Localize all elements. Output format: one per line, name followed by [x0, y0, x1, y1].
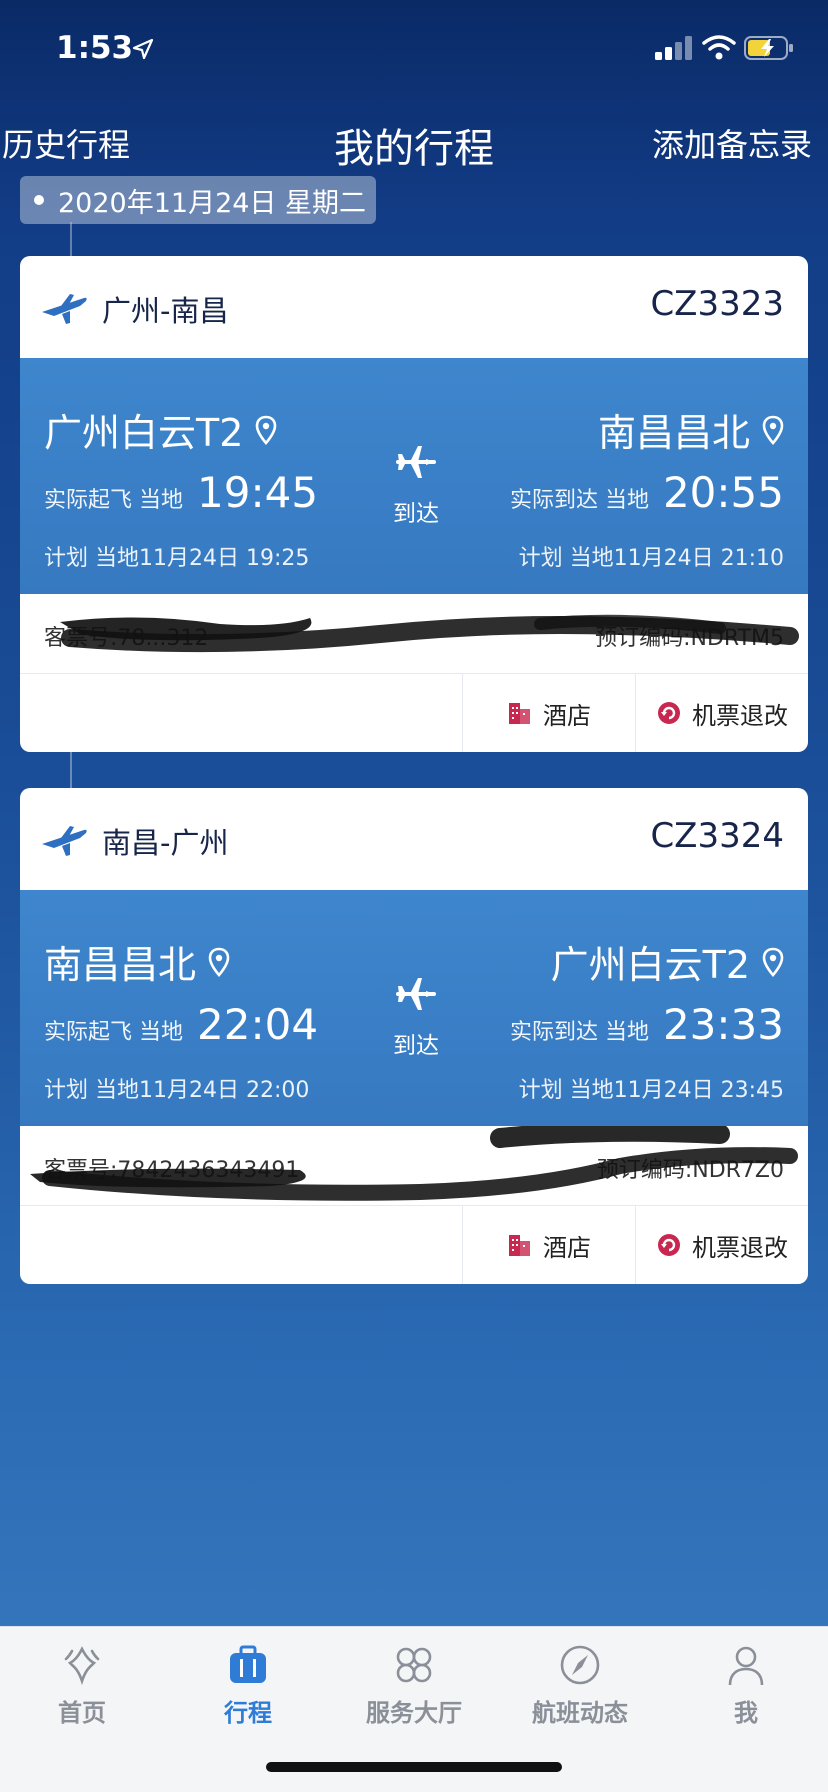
- arrival-time-label: 实际到达 当地: [509, 488, 649, 513]
- flight-route: 广州-南昌: [102, 294, 229, 328]
- tab-profile[interactable]: 我: [686, 1643, 806, 1728]
- ticket-info-row: 客票号:78...312 预订编码:NDRTM5: [20, 594, 808, 674]
- nav-header: 历史行程 我的行程 添加备忘录: [0, 110, 828, 172]
- flight-card[interactable]: 广州-南昌 CZ3323 广州白云T2 南昌昌北 实际起飞 当地 19:45 实…: [20, 256, 808, 752]
- ticket-change-label: 机票退改: [692, 1233, 788, 1262]
- airplane-icon: [396, 446, 436, 478]
- home-indicator[interactable]: [266, 1762, 562, 1772]
- tab-trips[interactable]: 行程: [188, 1643, 308, 1728]
- hotel-button-label: 酒店: [543, 1233, 591, 1262]
- location-pin-icon[interactable]: [255, 415, 277, 445]
- arrival-time-row: 实际到达 当地 23:33: [510, 1000, 784, 1049]
- arrival-time: 23:33: [662, 1000, 784, 1049]
- location-arrow-icon: [132, 38, 154, 60]
- flight-card[interactable]: 南昌-广州 CZ3324 南昌昌北 广州白云T2 实际起飞 当地 22:04 实…: [20, 788, 808, 1284]
- hotel-button[interactable]: 酒店: [462, 674, 635, 752]
- location-pin-icon[interactable]: [762, 947, 784, 977]
- hotel-icon: [509, 1235, 530, 1256]
- cell-signal-icon: [655, 36, 692, 60]
- card-header: 广州-南昌 CZ3323: [20, 256, 808, 358]
- ticket-change-button[interactable]: 机票退改: [635, 1206, 808, 1284]
- airline-logo-icon: [42, 826, 87, 856]
- home-icon: [64, 1646, 100, 1686]
- arrival-airport-name: 广州白云T2: [550, 943, 750, 987]
- departure-time: 19:45: [197, 468, 319, 517]
- departure-scheduled: 计划 当地11月24日 19:25: [44, 546, 310, 571]
- ticket-change-label: 机票退改: [692, 701, 788, 730]
- departure-time: 22:04: [197, 1000, 319, 1049]
- trip-icon: [230, 1645, 266, 1683]
- services-icon: [396, 1647, 432, 1683]
- flight-status: 到达: [393, 1033, 439, 1059]
- tab-flight-status[interactable]: 航班动态: [520, 1643, 640, 1728]
- location-pin-icon[interactable]: [208, 947, 230, 977]
- date-pill: 2020年11月24日 星期二: [20, 176, 376, 224]
- timeline-dot: [34, 195, 44, 205]
- refund-change-icon: [658, 702, 680, 724]
- departure-airport-name: 南昌昌北: [44, 943, 197, 987]
- hotel-button-label: 酒店: [543, 701, 591, 730]
- departure-airport-name: 广州白云T2: [44, 411, 244, 455]
- ticket-info-row: 客票号:7842436343491 预订编码:NDR7Z0: [20, 1126, 808, 1206]
- arrival-time-row: 实际到达 当地 20:55: [510, 468, 784, 517]
- flight-status: 到达: [393, 501, 439, 527]
- card-actions: 酒店 机票退改: [20, 674, 808, 752]
- departure-airport: 广州白云T2: [44, 402, 277, 457]
- tab-flight-status-label: 航班动态: [532, 1699, 628, 1727]
- tab-profile-label: 我: [734, 1699, 758, 1727]
- refund-change-icon: [658, 1234, 680, 1256]
- arrival-time: 20:55: [662, 468, 784, 517]
- tab-services[interactable]: 服务大厅: [354, 1643, 474, 1728]
- status-bar: 1:53: [0, 0, 828, 100]
- hotel-button[interactable]: 酒店: [462, 1206, 635, 1284]
- flight-detail-band: 南昌昌北 广州白云T2 实际起飞 当地 22:04 实际到达 当地 23:33: [20, 890, 808, 1126]
- departure-time-row: 实际起飞 当地 19:45: [44, 468, 318, 517]
- hotel-icon: [509, 703, 530, 724]
- battery-charging-icon: [744, 36, 793, 60]
- compass-icon: [560, 1645, 600, 1685]
- departure-time-label: 实际起飞 当地: [44, 1020, 183, 1045]
- arrival-time-label: 实际到达 当地: [509, 1020, 649, 1045]
- airline-logo-icon: [42, 294, 87, 324]
- tab-home[interactable]: 首页: [22, 1643, 142, 1728]
- departure-airport: 南昌昌北: [44, 934, 230, 989]
- departure-time-row: 实际起飞 当地 22:04: [44, 1000, 318, 1049]
- arrival-airport-name: 南昌昌北: [597, 411, 750, 455]
- trip-date: 2020年11月24日 星期二: [58, 187, 367, 219]
- location-pin-icon[interactable]: [762, 415, 784, 445]
- profile-icon: [728, 1646, 764, 1686]
- booking-code: 预订编码:NDRTM5: [595, 626, 784, 651]
- arrival-scheduled: 计划 当地11月24日 21:10: [518, 546, 784, 571]
- wifi-icon: [702, 35, 736, 60]
- arrival-airport: 南昌昌北: [598, 402, 784, 457]
- tab-services-label: 服务大厅: [366, 1699, 462, 1727]
- flight-route: 南昌-广州: [102, 826, 229, 860]
- ticket-number: 客票号:78...312: [44, 626, 209, 651]
- arrival-airport: 广州白云T2: [551, 934, 784, 989]
- card-actions: 酒店 机票退改: [20, 1206, 808, 1284]
- flight-detail-band: 广州白云T2 南昌昌北 实际起飞 当地 19:45 实际到达 当地 20:55: [20, 358, 808, 594]
- ticket-change-button[interactable]: 机票退改: [635, 674, 808, 752]
- flight-number: CZ3323: [650, 284, 784, 324]
- tab-trips-label: 行程: [224, 1699, 272, 1727]
- booking-code: 预订编码:NDR7Z0: [596, 1158, 784, 1183]
- flight-number: CZ3324: [650, 816, 784, 856]
- arrival-scheduled: 计划 当地11月24日 23:45: [518, 1078, 784, 1103]
- status-time: 1:53: [56, 30, 134, 66]
- add-memo-link[interactable]: 添加备忘录: [652, 120, 812, 166]
- airplane-icon: [396, 978, 436, 1010]
- card-header: 南昌-广州 CZ3324: [20, 788, 808, 890]
- tab-home-label: 首页: [58, 1699, 106, 1727]
- departure-time-label: 实际起飞 当地: [44, 488, 183, 513]
- ticket-number: 客票号:7842436343491: [44, 1158, 300, 1183]
- departure-scheduled: 计划 当地11月24日 22:00: [44, 1078, 310, 1103]
